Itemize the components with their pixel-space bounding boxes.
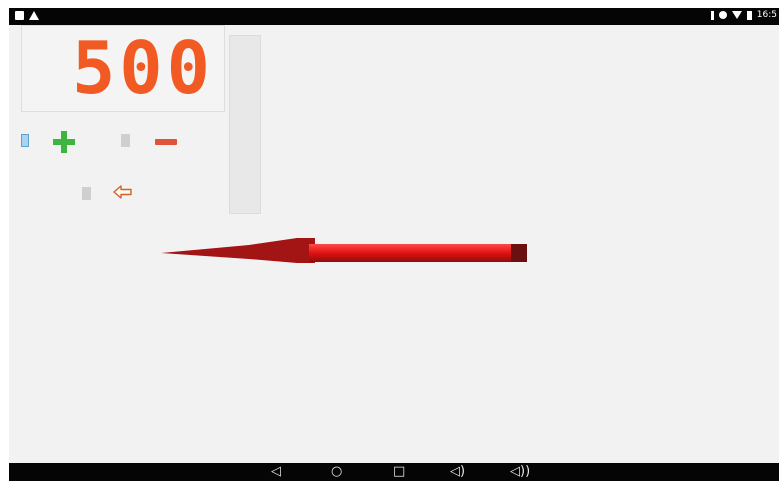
system-icons: 16:5 — [710, 10, 777, 20]
status-time: 16:5 — [756, 10, 777, 20]
vertical-scroll-bar[interactable] — [229, 35, 261, 214]
minus-icon[interactable] — [155, 139, 177, 145]
plus-toggle-button[interactable] — [21, 134, 29, 147]
do-not-disturb-icon — [718, 11, 727, 19]
back-toggle-button[interactable] — [82, 187, 91, 200]
counter-display: 500 — [21, 25, 225, 112]
nav-back-icon[interactable]: ◁ — [271, 465, 281, 479]
back-arrow-icon[interactable] — [113, 184, 133, 200]
big-left-arrow-icon — [161, 238, 527, 263]
notification-icons — [15, 11, 39, 20]
notification-icon — [15, 11, 24, 20]
nav-recents-icon[interactable]: □ — [393, 465, 405, 479]
volume-up-icon[interactable]: ◁)) — [510, 465, 530, 479]
counter-value: 500 — [71, 26, 214, 110]
minus-toggle-button[interactable] — [121, 134, 130, 147]
status-bar: 16:5 — [9, 8, 779, 25]
wifi-icon — [731, 11, 742, 19]
volume-down-icon[interactable]: ◁) — [450, 465, 465, 479]
upload-icon — [29, 11, 39, 20]
navigation-bar: ◁ ○ □ ◁) ◁)) — [9, 463, 779, 481]
battery-icon — [746, 10, 752, 20]
app-screen: 16:5 500 ◁ ○ □ ◁) ◁)) — [9, 8, 779, 481]
plus-icon-bar[interactable] — [53, 139, 75, 145]
nav-home-icon[interactable]: ○ — [331, 465, 342, 479]
bluetooth-icon — [710, 10, 714, 20]
